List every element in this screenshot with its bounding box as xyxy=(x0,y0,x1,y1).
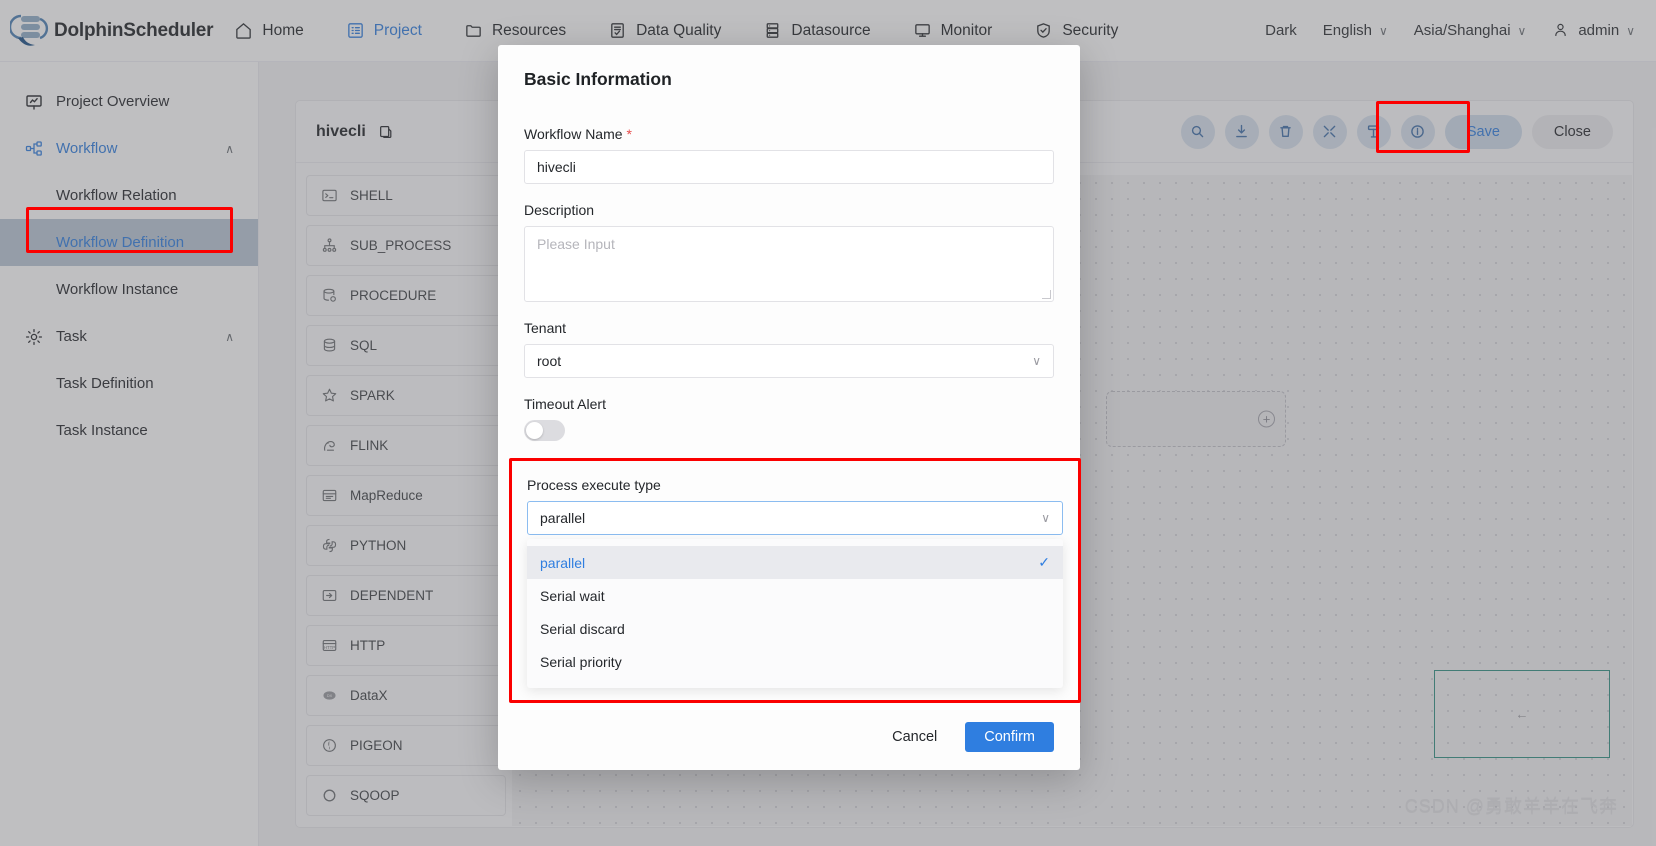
dropdown-option-serial-wait[interactable]: Serial wait xyxy=(527,579,1063,612)
process-execute-type-section: Process execute type parallel ∨ parallel… xyxy=(509,458,1081,703)
modal-footer: Cancel Confirm xyxy=(498,704,1080,770)
dropdown-option-label: Serial priority xyxy=(540,653,622,670)
annotation-box-workflow-definition xyxy=(26,207,233,253)
tenant-value: root xyxy=(537,353,562,369)
timeout-alert-toggle[interactable] xyxy=(524,420,565,441)
required-asterisk: * xyxy=(626,126,632,142)
check-icon: ✓ xyxy=(1038,554,1050,570)
toggle-knob xyxy=(526,422,543,439)
modal-body: Workflow Name * hivecli Description Plea… xyxy=(498,90,1080,441)
description-label: Description xyxy=(524,202,1054,218)
workflow-name-label: Workflow Name * xyxy=(524,126,1054,142)
cancel-button[interactable]: Cancel xyxy=(882,723,947,751)
workflow-name-label-text: Workflow Name xyxy=(524,126,623,142)
description-placeholder: Please Input xyxy=(537,236,615,252)
process-execute-type-dropdown: parallel ✓ Serial wait Serial discard Se… xyxy=(527,539,1063,688)
process-execute-type-value: parallel xyxy=(540,510,586,526)
tenant-label: Tenant xyxy=(524,320,1054,336)
basic-information-modal: Basic Information Workflow Name * hivecl… xyxy=(498,45,1081,770)
dropdown-option-serial-priority[interactable]: Serial priority xyxy=(527,645,1063,678)
annotation-box-save-button xyxy=(1376,101,1470,153)
timeout-alert-label-text: Timeout Alert xyxy=(524,396,606,412)
description-textarea[interactable]: Please Input xyxy=(524,226,1054,302)
dropdown-option-label: Serial wait xyxy=(540,587,605,604)
chevron-down-icon: ∨ xyxy=(1032,354,1041,368)
tenant-label-text: Tenant xyxy=(524,320,567,336)
dropdown-option-label: parallel xyxy=(540,554,586,571)
chevron-down-icon: ∨ xyxy=(1041,511,1050,525)
modal-title: Basic Information xyxy=(524,69,672,89)
dropdown-option-serial-discard[interactable]: Serial discard xyxy=(527,612,1063,645)
workflow-name-input[interactable]: hivecli xyxy=(524,150,1054,184)
process-execute-type-label: Process execute type xyxy=(527,477,661,493)
description-label-text: Description xyxy=(524,202,595,218)
app-root: DolphinScheduler Home Project Resources … xyxy=(0,0,1656,846)
confirm-button[interactable]: Confirm xyxy=(965,722,1054,752)
timeout-alert-label: Timeout Alert xyxy=(524,396,1054,412)
tenant-select[interactable]: root ∨ xyxy=(524,344,1054,378)
dropdown-option-label: Serial discard xyxy=(540,620,625,637)
workflow-name-value: hivecli xyxy=(537,159,576,175)
process-execute-type-select[interactable]: parallel ∨ xyxy=(527,501,1063,535)
dropdown-option-parallel[interactable]: parallel ✓ xyxy=(527,546,1063,579)
resize-grip-icon[interactable] xyxy=(1042,290,1051,299)
